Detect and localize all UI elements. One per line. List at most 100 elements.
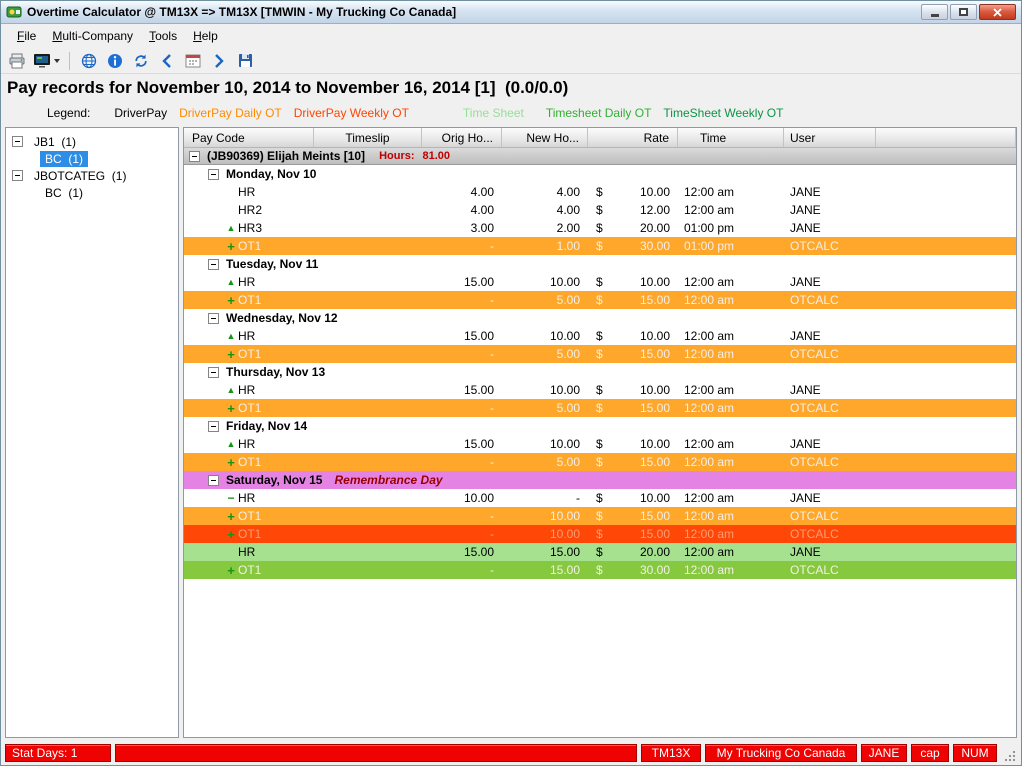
- collapse-icon[interactable]: [208, 367, 219, 378]
- pay-record-row[interactable]: +OT1-10.00$15.0012:00 amOTCALC: [184, 525, 1016, 543]
- new-hours-cell: 15.00: [502, 543, 588, 561]
- pay-record-row[interactable]: HR24.004.00$12.0012:00 amJANE: [184, 201, 1016, 219]
- employee-group-row[interactable]: (JB90369) Elijah Meints [10] Hours: 81.0…: [184, 148, 1016, 165]
- print-button[interactable]: [5, 50, 29, 72]
- column-header-timeslip[interactable]: Timeslip: [314, 128, 422, 147]
- collapse-icon[interactable]: [208, 169, 219, 180]
- column-header-orig-hours[interactable]: Orig Ho...: [422, 128, 502, 147]
- previous-week-button[interactable]: [155, 50, 179, 72]
- day-group-row[interactable]: Wednesday, Nov 12: [184, 309, 1016, 327]
- save-icon: [238, 53, 253, 68]
- time-cell: 12:00 am: [678, 381, 784, 399]
- pay-record-row[interactable]: ▲HR15.0010.00$10.0012:00 amJANE: [184, 381, 1016, 399]
- pay-record-row[interactable]: HR15.0015.00$20.0012:00 amJANE: [184, 543, 1016, 561]
- column-header-time[interactable]: Time: [678, 128, 784, 147]
- collapse-icon[interactable]: [208, 259, 219, 270]
- user-cell: JANE: [784, 201, 876, 219]
- tree-node-jb1-bc[interactable]: BC (1): [8, 150, 176, 167]
- collapse-icon[interactable]: [189, 151, 200, 162]
- currency-symbol: $: [596, 455, 603, 469]
- collapse-icon[interactable]: [208, 421, 219, 432]
- save-button[interactable]: [233, 50, 257, 72]
- user-cell: OTCALC: [784, 399, 876, 417]
- new-hours-cell: 10.00: [502, 525, 588, 543]
- minus-glyph: [211, 264, 216, 265]
- legend: Legend: DriverPay DriverPay Daily OT Dri…: [1, 102, 1021, 124]
- pay-record-row[interactable]: +OT1-15.00$30.0012:00 amOTCALC: [184, 561, 1016, 579]
- pay-record-row[interactable]: +OT1-5.00$15.0012:00 amOTCALC: [184, 453, 1016, 471]
- day-label: Monday, Nov 10: [226, 167, 316, 181]
- currency-symbol: $: [596, 347, 603, 361]
- refresh-button[interactable]: [129, 50, 153, 72]
- web-button[interactable]: [77, 50, 101, 72]
- paycode-label: OT1: [238, 401, 261, 415]
- day-group-row[interactable]: Friday, Nov 14: [184, 417, 1016, 435]
- day-group-row[interactable]: Thursday, Nov 13: [184, 363, 1016, 381]
- rate-value: 12.00: [640, 203, 670, 217]
- statusbar: Stat Days: 1 TM13X My Trucking Co Canada…: [1, 741, 1021, 765]
- calendar-button[interactable]: [181, 50, 205, 72]
- orig-hours-cell: -: [422, 561, 502, 579]
- pay-record-row[interactable]: +OT1-5.00$15.0012:00 amOTCALC: [184, 345, 1016, 363]
- pay-record-row[interactable]: ▲HR33.002.00$20.0001:00 pmJANE: [184, 219, 1016, 237]
- column-header-rate[interactable]: Rate: [588, 128, 678, 147]
- employee-title: (JB90369) Elijah Meints [10]: [207, 149, 365, 163]
- paycode-cell: ▲HR: [184, 381, 314, 399]
- collapse-icon[interactable]: [208, 313, 219, 324]
- rate-value: 10.00: [640, 329, 670, 343]
- column-header-new-hours[interactable]: New Ho...: [502, 128, 588, 147]
- currency-symbol: $: [596, 329, 603, 343]
- chevron-left-icon: [161, 54, 173, 68]
- currency-symbol: $: [596, 203, 603, 217]
- paycode-label: OT1: [238, 239, 261, 253]
- paycode-label: OT1: [238, 455, 261, 469]
- menu-tools[interactable]: Tools: [141, 25, 185, 47]
- pay-record-row[interactable]: HR4.004.00$10.0012:00 amJANE: [184, 183, 1016, 201]
- pay-record-row[interactable]: +OT1-10.00$15.0012:00 amOTCALC: [184, 507, 1016, 525]
- row-plus-icon: +: [224, 563, 238, 578]
- collapse-icon[interactable]: [12, 170, 23, 181]
- tree-node-jbotcateg[interactable]: JBOTCATEG (1): [8, 167, 176, 184]
- day-label: Saturday, Nov 15: [226, 473, 322, 487]
- day-group-row[interactable]: Saturday, Nov 15Remembrance Day: [184, 471, 1016, 489]
- row-plus-icon: +: [224, 239, 238, 254]
- tree-node-jbotcateg-bc[interactable]: BC (1): [8, 184, 176, 201]
- menu-help[interactable]: Help: [185, 25, 226, 47]
- day-group-row[interactable]: Tuesday, Nov 11: [184, 255, 1016, 273]
- rate-cell: $30.00: [588, 561, 678, 579]
- legend-item-driverpay-daily-ot: DriverPay Daily OT: [179, 106, 282, 120]
- filler-cell: [876, 489, 1016, 507]
- minimize-button[interactable]: [921, 4, 948, 20]
- display-options-button[interactable]: [31, 50, 62, 72]
- close-button[interactable]: [979, 4, 1016, 20]
- pay-record-row[interactable]: +OT1-5.00$15.0012:00 amOTCALC: [184, 291, 1016, 309]
- orig-hours-cell: -: [422, 345, 502, 363]
- next-week-button[interactable]: [207, 50, 231, 72]
- pay-record-row[interactable]: +OT1-1.00$30.0001:00 pmOTCALC: [184, 237, 1016, 255]
- resize-grip[interactable]: [1001, 747, 1017, 763]
- tree-node-jb1[interactable]: JB1 (1): [8, 133, 176, 150]
- minus-glyph: [211, 372, 216, 373]
- pay-record-row[interactable]: ▲HR15.0010.00$10.0012:00 amJANE: [184, 327, 1016, 345]
- timeslip-cell: [314, 201, 422, 219]
- maximize-button[interactable]: [950, 4, 977, 20]
- pay-record-row[interactable]: −HR10.00-$10.0012:00 amJANE: [184, 489, 1016, 507]
- filler-cell: [876, 345, 1016, 363]
- info-button[interactable]: [103, 50, 127, 72]
- pay-record-row[interactable]: ▲HR15.0010.00$10.0012:00 amJANE: [184, 435, 1016, 453]
- column-header-user[interactable]: User: [784, 128, 876, 147]
- rate-cell: $10.00: [588, 327, 678, 345]
- tree-node-label: BC (1): [40, 151, 88, 167]
- timeslip-cell: [314, 525, 422, 543]
- rate-value: 30.00: [640, 239, 670, 253]
- day-group-row[interactable]: Monday, Nov 10: [184, 165, 1016, 183]
- collapse-icon[interactable]: [12, 136, 23, 147]
- pay-record-row[interactable]: ▲HR15.0010.00$10.0012:00 amJANE: [184, 273, 1016, 291]
- menu-file[interactable]: File: [9, 25, 44, 47]
- pay-record-row[interactable]: +OT1-5.00$15.0012:00 amOTCALC: [184, 399, 1016, 417]
- rate-value: 15.00: [640, 509, 670, 523]
- rate-cell: $10.00: [588, 381, 678, 399]
- menu-multi-company[interactable]: Multi-Company: [44, 25, 141, 47]
- column-header-paycode[interactable]: Pay Code: [184, 128, 314, 147]
- collapse-icon[interactable]: [208, 475, 219, 486]
